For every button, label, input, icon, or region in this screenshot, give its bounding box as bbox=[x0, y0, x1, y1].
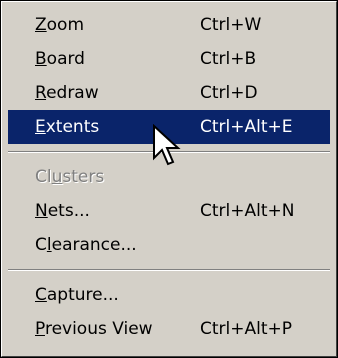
menu-item-label: Clearance... bbox=[35, 235, 137, 255]
menu-item-shortcut: Ctrl+Alt+E bbox=[200, 117, 293, 137]
menu-item-board[interactable]: Board Ctrl+B bbox=[8, 42, 330, 76]
menu-item-capture[interactable]: Capture... bbox=[8, 278, 330, 312]
menu-item-zoom[interactable]: Zoom Ctrl+W bbox=[8, 8, 330, 42]
menu-item-label: Previous View bbox=[35, 319, 153, 339]
menu-item-shortcut: Ctrl+D bbox=[200, 83, 258, 103]
menu-item-label: Zoom bbox=[35, 15, 85, 35]
menu-item-label: Clusters bbox=[35, 167, 105, 187]
menu-item-clearance[interactable]: Clearance... bbox=[8, 228, 330, 262]
menu-item-shortcut: Ctrl+W bbox=[200, 15, 262, 35]
menu-item-label: Extents bbox=[35, 117, 100, 137]
menu-item-shortcut: Ctrl+Alt+N bbox=[200, 201, 295, 221]
menu-item-shortcut: Ctrl+B bbox=[200, 49, 257, 69]
menu-item-shortcut: Ctrl+Alt+P bbox=[200, 319, 293, 339]
menu-item-label: Redraw bbox=[35, 83, 99, 103]
menu-item-previous-view[interactable]: Previous View Ctrl+Alt+P bbox=[8, 312, 330, 346]
arrow-pointer-icon bbox=[153, 124, 181, 166]
context-menu: Zoom Ctrl+W Board Ctrl+B Redraw Ctrl+D E… bbox=[0, 0, 338, 358]
menu-item-label: Nets... bbox=[35, 201, 90, 221]
menu-item-label: Board bbox=[35, 49, 85, 69]
menu-items: Zoom Ctrl+W Board Ctrl+B Redraw Ctrl+D E… bbox=[8, 8, 330, 346]
menu-item-label: Capture... bbox=[35, 285, 119, 305]
menu-separator bbox=[8, 262, 330, 278]
menu-item-nets[interactable]: Nets... Ctrl+Alt+N bbox=[8, 194, 330, 228]
menu-item-redraw[interactable]: Redraw Ctrl+D bbox=[8, 76, 330, 110]
